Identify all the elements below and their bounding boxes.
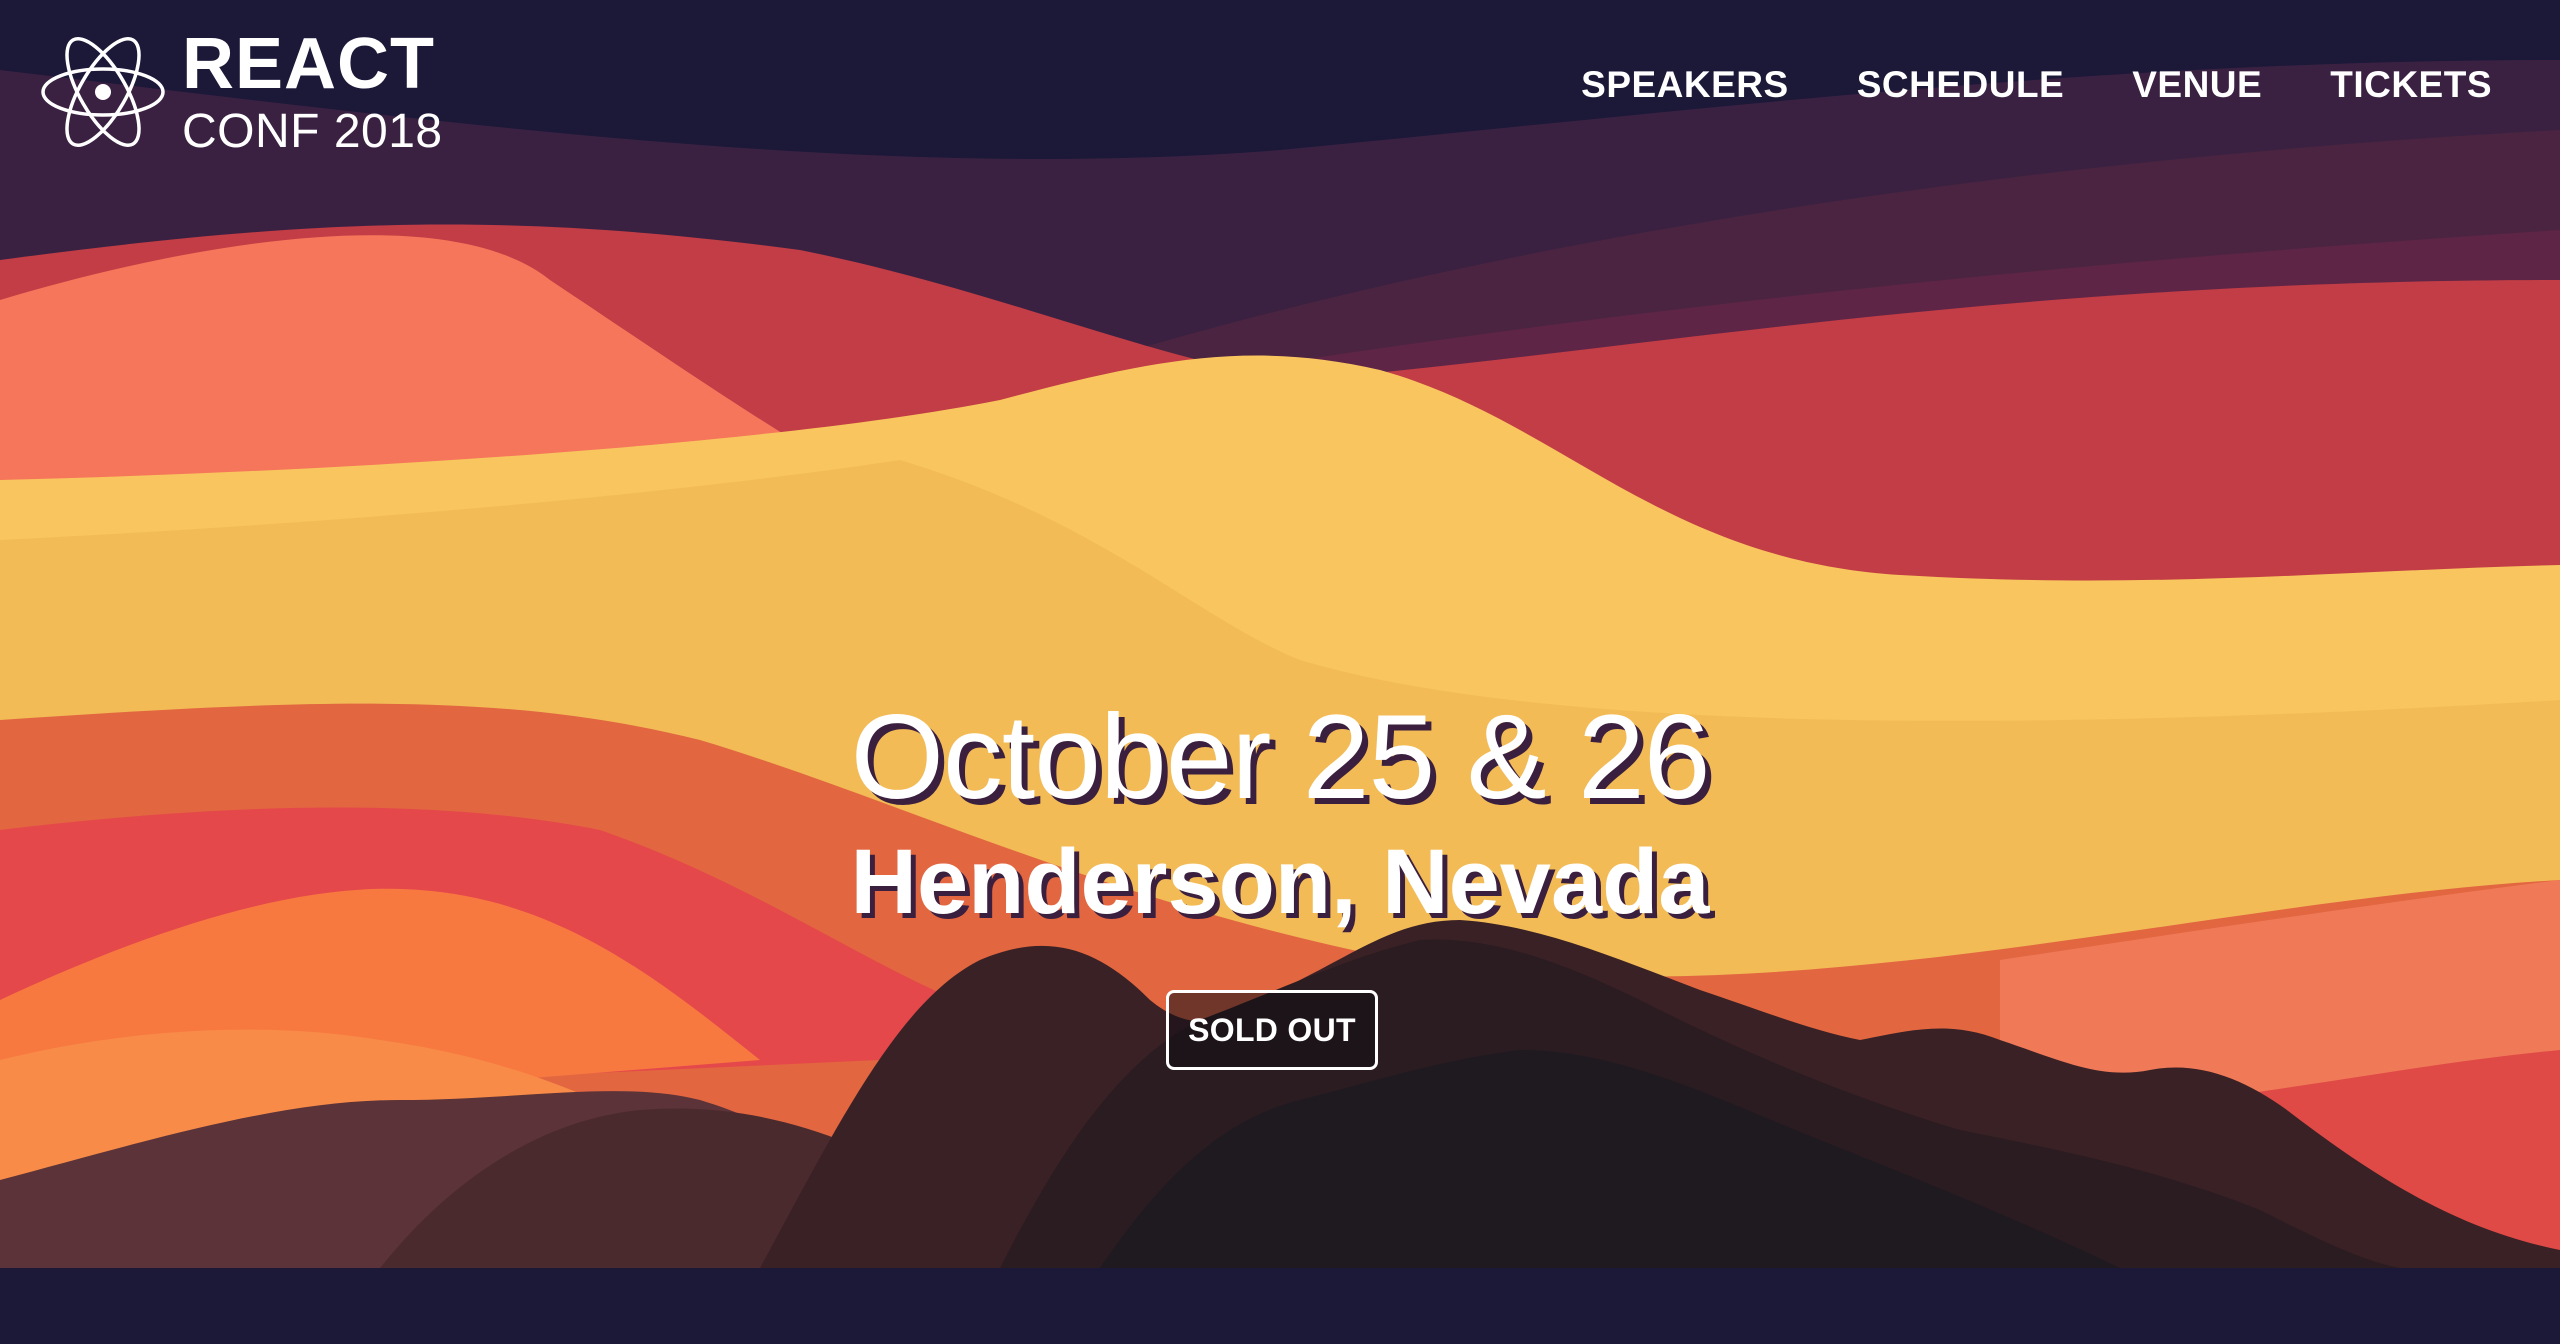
brand-title: REACT [182, 24, 435, 104]
nav-link-venue[interactable]: VENUE [2132, 64, 2262, 106]
nav-link-schedule[interactable]: SCHEDULE [1857, 64, 2065, 106]
landscape-illustration [0, 0, 2560, 1268]
hero-banner [0, 0, 2560, 1268]
footer-band [0, 1268, 2560, 1344]
react-atom-icon [41, 37, 165, 147]
page: REACT CONF 2018 SPEAKERS SCHEDULE VENUE … [0, 0, 2560, 1344]
brand-text: REACT CONF 2018 [182, 28, 443, 156]
brand-logo-link[interactable]: REACT CONF 2018 [38, 28, 443, 156]
nav-link-speakers[interactable]: SPEAKERS [1581, 64, 1789, 106]
brand-subtitle: CONF 2018 [182, 105, 443, 158]
event-date: October 25 & 26 [850, 690, 1711, 824]
main-nav: SPEAKERS SCHEDULE VENUE TICKETS [1581, 64, 2492, 106]
nav-link-tickets[interactable]: TICKETS [2330, 64, 2492, 106]
event-location: Henderson, Nevada [850, 831, 1710, 933]
sold-out-button[interactable]: SOLD OUT [1166, 990, 1378, 1070]
